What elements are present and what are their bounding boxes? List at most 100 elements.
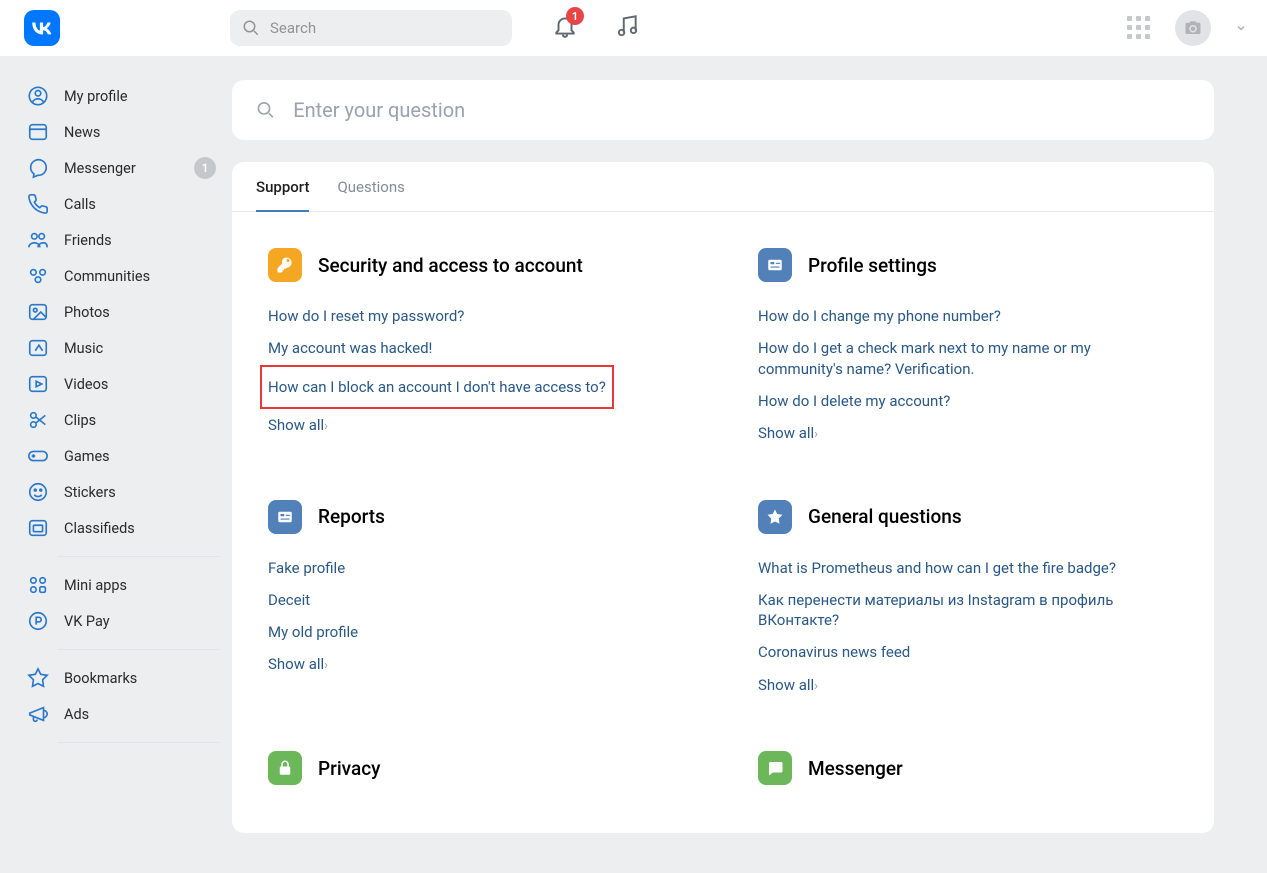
sidebar-label: My profile	[64, 88, 128, 105]
tab-support[interactable]: Support	[256, 178, 309, 212]
chevron-right-icon: ›	[324, 658, 328, 673]
show-all-link[interactable]: Show all›	[758, 669, 1178, 702]
bookmarks-icon	[26, 666, 50, 690]
avatar[interactable]	[1175, 10, 1211, 46]
sidebar-item-communities[interactable]: Communities	[20, 258, 220, 294]
faq-link[interactable]: How do I delete my account?	[758, 385, 1178, 417]
sidebar-item-news[interactable]: News	[20, 114, 220, 150]
sidebar-item-photos[interactable]: Photos	[20, 294, 220, 330]
sidebar-item-messenger[interactable]: Messenger 1	[20, 150, 220, 186]
section-privacy: Privacy	[268, 751, 688, 803]
sidebar-label: Messenger	[64, 160, 136, 177]
stickers-icon	[26, 480, 50, 504]
chevron-right-icon: ›	[324, 419, 328, 434]
top-header: Search 1	[0, 0, 1267, 56]
sidebar-item-bookmarks[interactable]: Bookmarks	[20, 660, 220, 696]
sidebar-item-stickers[interactable]: Stickers	[20, 474, 220, 510]
faq-link[interactable]: Deceit	[268, 584, 688, 616]
show-all-link[interactable]: Show all›	[268, 409, 688, 442]
faq-link[interactable]: My old profile	[268, 616, 688, 648]
search-top-placeholder: Search	[270, 19, 316, 37]
ads-icon	[26, 702, 50, 726]
lock-icon	[268, 751, 302, 785]
music-button[interactable]	[614, 13, 640, 43]
sidebar-item-vkpay[interactable]: VK Pay	[20, 603, 220, 639]
search-top[interactable]: Search	[230, 10, 512, 46]
sidebar-item-clips[interactable]: Clips	[20, 402, 220, 438]
sidebar-item-classifieds[interactable]: Classifieds	[20, 510, 220, 546]
sidebar-item-music[interactable]: Music	[20, 330, 220, 366]
messenger-icon	[26, 156, 50, 180]
section-title: Privacy	[318, 757, 380, 780]
faq-link[interactable]: How do I get a check mark next to my nam…	[758, 332, 1178, 385]
search-icon	[256, 100, 275, 120]
profile-icon	[26, 84, 50, 108]
show-all-link[interactable]: Show all›	[758, 417, 1178, 450]
sidebar-item-friends[interactable]: Friends	[20, 222, 220, 258]
vkpay-icon	[26, 609, 50, 633]
sections-grid: Security and access to account How do I …	[232, 212, 1214, 833]
sidebar-label: Classifieds	[64, 520, 135, 537]
phone-icon	[26, 192, 50, 216]
sidebar-label: Clips	[64, 412, 96, 429]
section-title: Profile settings	[808, 254, 937, 277]
card-icon	[268, 500, 302, 534]
classifieds-icon	[26, 516, 50, 540]
vk-logo[interactable]	[24, 10, 60, 46]
show-all-link[interactable]: Show all›	[268, 648, 688, 681]
sidebar-item-calls[interactable]: Calls	[20, 186, 220, 222]
photos-icon	[26, 300, 50, 324]
sidebar-item-miniapps[interactable]: Mini apps	[20, 567, 220, 603]
faq-link[interactable]: How do I reset my password?	[268, 300, 688, 332]
section-general: General questions What is Prometheus and…	[758, 500, 1178, 702]
section-messenger: Messenger	[758, 751, 1178, 803]
page-body: My profile News Messenger 1 Calls Friends…	[0, 56, 1267, 873]
chevron-right-icon: ›	[814, 679, 818, 694]
music-icon	[26, 336, 50, 360]
faq-link[interactable]: What is Prometheus and how can I get the…	[758, 552, 1178, 584]
tab-questions[interactable]: Questions	[337, 178, 404, 211]
sidebar-label: Photos	[64, 304, 110, 321]
chat-icon	[758, 751, 792, 785]
sidebar-label: Friends	[64, 232, 112, 249]
key-icon	[268, 248, 302, 282]
sidebar-separator	[58, 742, 220, 743]
faq-search-box[interactable]	[232, 80, 1214, 140]
faq-link[interactable]: How do I change my phone number?	[758, 300, 1178, 332]
faq-link[interactable]: How can I block an account I don't have …	[268, 371, 606, 403]
section-security: Security and access to account How do I …	[268, 248, 688, 450]
notif-badge: 1	[566, 7, 584, 25]
notifications-button[interactable]: 1	[552, 13, 578, 43]
sidebar-item-profile[interactable]: My profile	[20, 78, 220, 114]
sidebar-item-games[interactable]: Games	[20, 438, 220, 474]
tab-row: Support Questions	[232, 162, 1214, 212]
sidebar-label: Games	[64, 448, 110, 465]
sidebar-label: News	[64, 124, 100, 141]
main-content: Support Questions Security and access to…	[220, 56, 1222, 873]
sidebar: My profile News Messenger 1 Calls Friends…	[20, 56, 220, 873]
faq-search-input[interactable]	[293, 98, 1190, 122]
messenger-badge: 1	[194, 157, 216, 179]
faq-link[interactable]: My account was hacked!	[268, 332, 688, 364]
communities-icon	[26, 264, 50, 288]
videos-icon	[26, 372, 50, 396]
sidebar-item-videos[interactable]: Videos	[20, 366, 220, 402]
sidebar-label: Videos	[64, 376, 108, 393]
sidebar-label: VK Pay	[64, 613, 110, 630]
clips-icon	[26, 408, 50, 432]
news-icon	[26, 120, 50, 144]
faq-link[interactable]: Coronavirus news feed	[758, 636, 1178, 668]
section-title: General questions	[808, 505, 962, 528]
games-icon	[26, 444, 50, 468]
faq-link[interactable]: Как перенести материалы из Instagram в п…	[758, 584, 1178, 637]
sidebar-item-ads[interactable]: Ads	[20, 696, 220, 732]
star-icon	[758, 500, 792, 534]
chevron-right-icon: ›	[814, 427, 818, 442]
support-panel: Support Questions Security and access to…	[232, 162, 1214, 833]
apps-grid-icon[interactable]	[1127, 16, 1151, 40]
section-title: Security and access to account	[318, 254, 583, 277]
faq-link[interactable]: Fake profile	[268, 552, 688, 584]
chevron-down-icon[interactable]	[1235, 22, 1247, 34]
highlight-annotation: How can I block an account I don't have …	[260, 365, 614, 409]
sidebar-label: Ads	[64, 706, 89, 723]
